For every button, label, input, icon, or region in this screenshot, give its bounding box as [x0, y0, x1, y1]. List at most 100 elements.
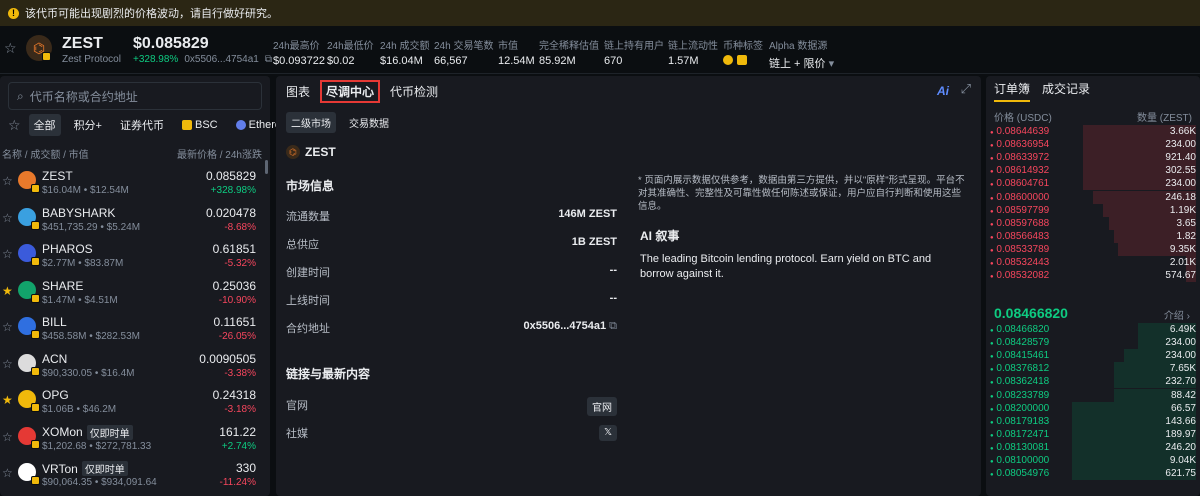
search-box[interactable]: ⌕ 代币名称或合约地址	[8, 82, 262, 110]
ask-row[interactable]: ● 0.08636954 234.00	[990, 138, 1196, 152]
order-price: ● 0.08233789	[990, 390, 1049, 401]
bid-row[interactable]: ● 0.08130081 246.20	[990, 440, 1196, 454]
favorite-star-icon[interactable]: ☆	[2, 320, 13, 334]
market-info-title: 市场信息	[286, 179, 335, 193]
bid-row[interactable]: ● 0.08362418 232.70	[990, 375, 1196, 389]
stat-label: 24h 成交额	[380, 41, 430, 52]
ask-row[interactable]: ● 0.08633972 921.40	[990, 151, 1196, 165]
favorite-star-icon[interactable]: ☆	[2, 430, 13, 444]
order-price-text: 0.08130081	[996, 441, 1050, 453]
order-price-text: 0.08532443	[996, 257, 1050, 268]
list-header-left[interactable]: 名称 / 成交额 / 市值	[2, 146, 89, 161]
ask-row[interactable]: ● 0.08597799 1.19K	[990, 203, 1196, 217]
favorite-star-icon[interactable]: ☆	[2, 247, 13, 261]
warning-text: 该代币可能出现剧烈的价格波动，请自行做好研究。	[25, 8, 278, 20]
stat-5: 完全稀释估值 85.92M	[539, 37, 599, 67]
list-item[interactable]: ☆ XOMon 仅即时单 $1,202.68 • $272,781.33 161.22 +…	[0, 420, 262, 456]
search-icon: ⌕	[17, 88, 24, 103]
stat-value[interactable]: 链上 + 限价 ▾	[769, 55, 834, 71]
stat-label: 市值	[498, 41, 518, 52]
tab-orderbook[interactable]: 订单簿	[994, 80, 1031, 102]
favorite-star-icon[interactable]: ★	[2, 393, 13, 407]
token-price: 0.25036	[212, 278, 256, 293]
list-header-right[interactable]: 最新价格 / 24h涨跌	[177, 146, 262, 161]
order-qty: 9.35K	[1169, 243, 1196, 255]
intro-label: 介绍	[1163, 311, 1184, 322]
market-value-text: --	[609, 292, 617, 304]
chain-filters: ☆ 全部 积分+ 证券代币 BSC Ethereum ›	[8, 114, 314, 136]
bid-row[interactable]: ● 0.08172471 189.97	[990, 427, 1196, 441]
filter-points[interactable]: 积分+	[69, 114, 107, 136]
list-item[interactable]: ★ SHARE $1.47M • $4.51M 0.25036 -10.90%	[0, 274, 262, 310]
dot-icon: ●	[990, 234, 994, 241]
ask-row[interactable]: ● 0.08532443 2.01K	[990, 256, 1196, 269]
tab-token-check[interactable]: 代币检测	[388, 81, 440, 102]
sub-tabs: 二级市场 交易数据	[286, 112, 394, 133]
ask-row[interactable]: ● 0.08614932 302.55	[990, 164, 1196, 178]
token-name: OPG	[42, 388, 69, 402]
subtab-secondary-market[interactable]: 二级市场	[286, 112, 336, 133]
volume-mcap: $90,330.05 • $16.4M	[42, 367, 135, 379]
x-social-icon[interactable]: 𝕏	[598, 425, 617, 441]
favorite-star-icon[interactable]: ★	[2, 284, 13, 298]
search-input[interactable]: 代币名称或合约地址	[30, 88, 138, 105]
tab-due-diligence[interactable]: 尽调中心	[320, 80, 381, 103]
stat-label: 24h最高价	[273, 41, 320, 52]
token-price: 0.11651	[213, 315, 257, 329]
token-address[interactable]: 0x5506...4754a1	[184, 54, 259, 65]
list-item[interactable]: ☆ ACN $90,330.05 • $16.4M 0.0090505 -3.38%	[0, 347, 262, 383]
intro-link[interactable]: 介绍 ›	[1164, 307, 1190, 322]
bid-row[interactable]: ● 0.08415461 234.00	[990, 349, 1196, 363]
copy-icon[interactable]: ⧉	[265, 54, 272, 65]
token-name: ACN	[42, 352, 67, 366]
filter-bsc[interactable]: BSC	[177, 116, 223, 134]
bsc-icon	[182, 120, 192, 130]
ask-row[interactable]: ● 0.08644639 3.66K	[990, 125, 1196, 138]
filter-securities[interactable]: 证券代币	[115, 114, 169, 136]
filter-all[interactable]: 全部	[28, 114, 61, 136]
stat-value	[723, 55, 763, 68]
list-item[interactable]: ★ OPG $1.06B • $46.2M 0.24318 -3.18%	[0, 383, 262, 419]
tab-trades[interactable]: 成交记录	[1042, 80, 1090, 102]
ask-row[interactable]: ● 0.08604761 234.00	[990, 177, 1196, 191]
bid-row[interactable]: ● 0.08200000 66.57	[990, 401, 1196, 415]
website-button[interactable]: 官网	[587, 397, 617, 416]
list-item[interactable]: ☆ VRTon 仅即时单 $90,064.35 • $934,091.64 330 -11…	[0, 456, 262, 492]
list-item[interactable]: ☆ BABYSHARK $451,735.29 • $5.24M 0.020478 -8…	[0, 201, 262, 237]
favorite-star-icon[interactable]: ☆	[2, 466, 13, 480]
token-change: +2.74%	[221, 440, 256, 452]
bid-row[interactable]: ● 0.08179183 143.66	[990, 414, 1196, 428]
list-item[interactable]: ☆ PHAROS $2.77M • $83.87M 0.61851 -5.32%	[0, 237, 262, 273]
bid-row[interactable]: ● 0.08100000 9.04K	[990, 454, 1196, 467]
ai-icon[interactable]: Ai	[937, 84, 949, 98]
bid-row[interactable]: ● 0.08376812 7.65K	[990, 362, 1196, 376]
ask-row[interactable]: ● 0.08533789 9.35K	[990, 242, 1196, 256]
favorite-star-icon[interactable]: ☆	[4, 40, 17, 57]
list-item[interactable]: ☆ BILL $458.58M • $282.53M 0.11651 -26.05%	[0, 310, 262, 346]
bid-row[interactable]: ● 0.08466820 6.49K	[990, 323, 1196, 336]
bid-row[interactable]: ● 0.08233789 88.42	[990, 388, 1196, 402]
ask-row[interactable]: ● 0.08597688 3.65	[990, 216, 1196, 230]
favorite-star-icon[interactable]: ☆	[2, 211, 13, 225]
list-item[interactable]: ☆ ZEST $16.04M • $12.54M 0.085829 +328.98%	[0, 164, 262, 200]
bid-row[interactable]: ● 0.08428579 234.00	[990, 336, 1196, 350]
dot-icon: ●	[990, 419, 994, 426]
copy-icon[interactable]: ⧉	[609, 320, 617, 332]
due-diligence-panel: 图表 尽调中心 代币检测 Ai ⤢ 二级市场 交易数据 ⌬ ZEST 市场信息 …	[276, 76, 981, 496]
ask-row[interactable]: ● 0.08600000 246.18	[990, 190, 1196, 204]
token-name: XOMon 仅即时单	[42, 424, 133, 440]
expand-icon[interactable]: ⤢	[961, 81, 971, 97]
favorites-filter-icon[interactable]: ☆	[8, 117, 21, 134]
favorite-star-icon[interactable]: ☆	[2, 357, 13, 371]
tab-chart[interactable]: 图表	[284, 81, 312, 102]
bid-row[interactable]: ● 0.08054976 621.75	[990, 467, 1196, 481]
chevron-down-icon[interactable]: ▾	[826, 58, 835, 70]
scrollbar[interactable]	[265, 160, 268, 174]
ask-row[interactable]: ● 0.08532082 574.67	[990, 269, 1196, 283]
ask-row[interactable]: ● 0.08566483 1.82	[990, 229, 1196, 243]
order-price: ● 0.08200000	[990, 403, 1049, 414]
favorite-star-icon[interactable]: ☆	[2, 174, 13, 188]
stat-value: 66,567	[434, 55, 493, 67]
market-value-text: --	[609, 264, 617, 276]
subtab-trade-data[interactable]: 交易数据	[344, 112, 394, 133]
